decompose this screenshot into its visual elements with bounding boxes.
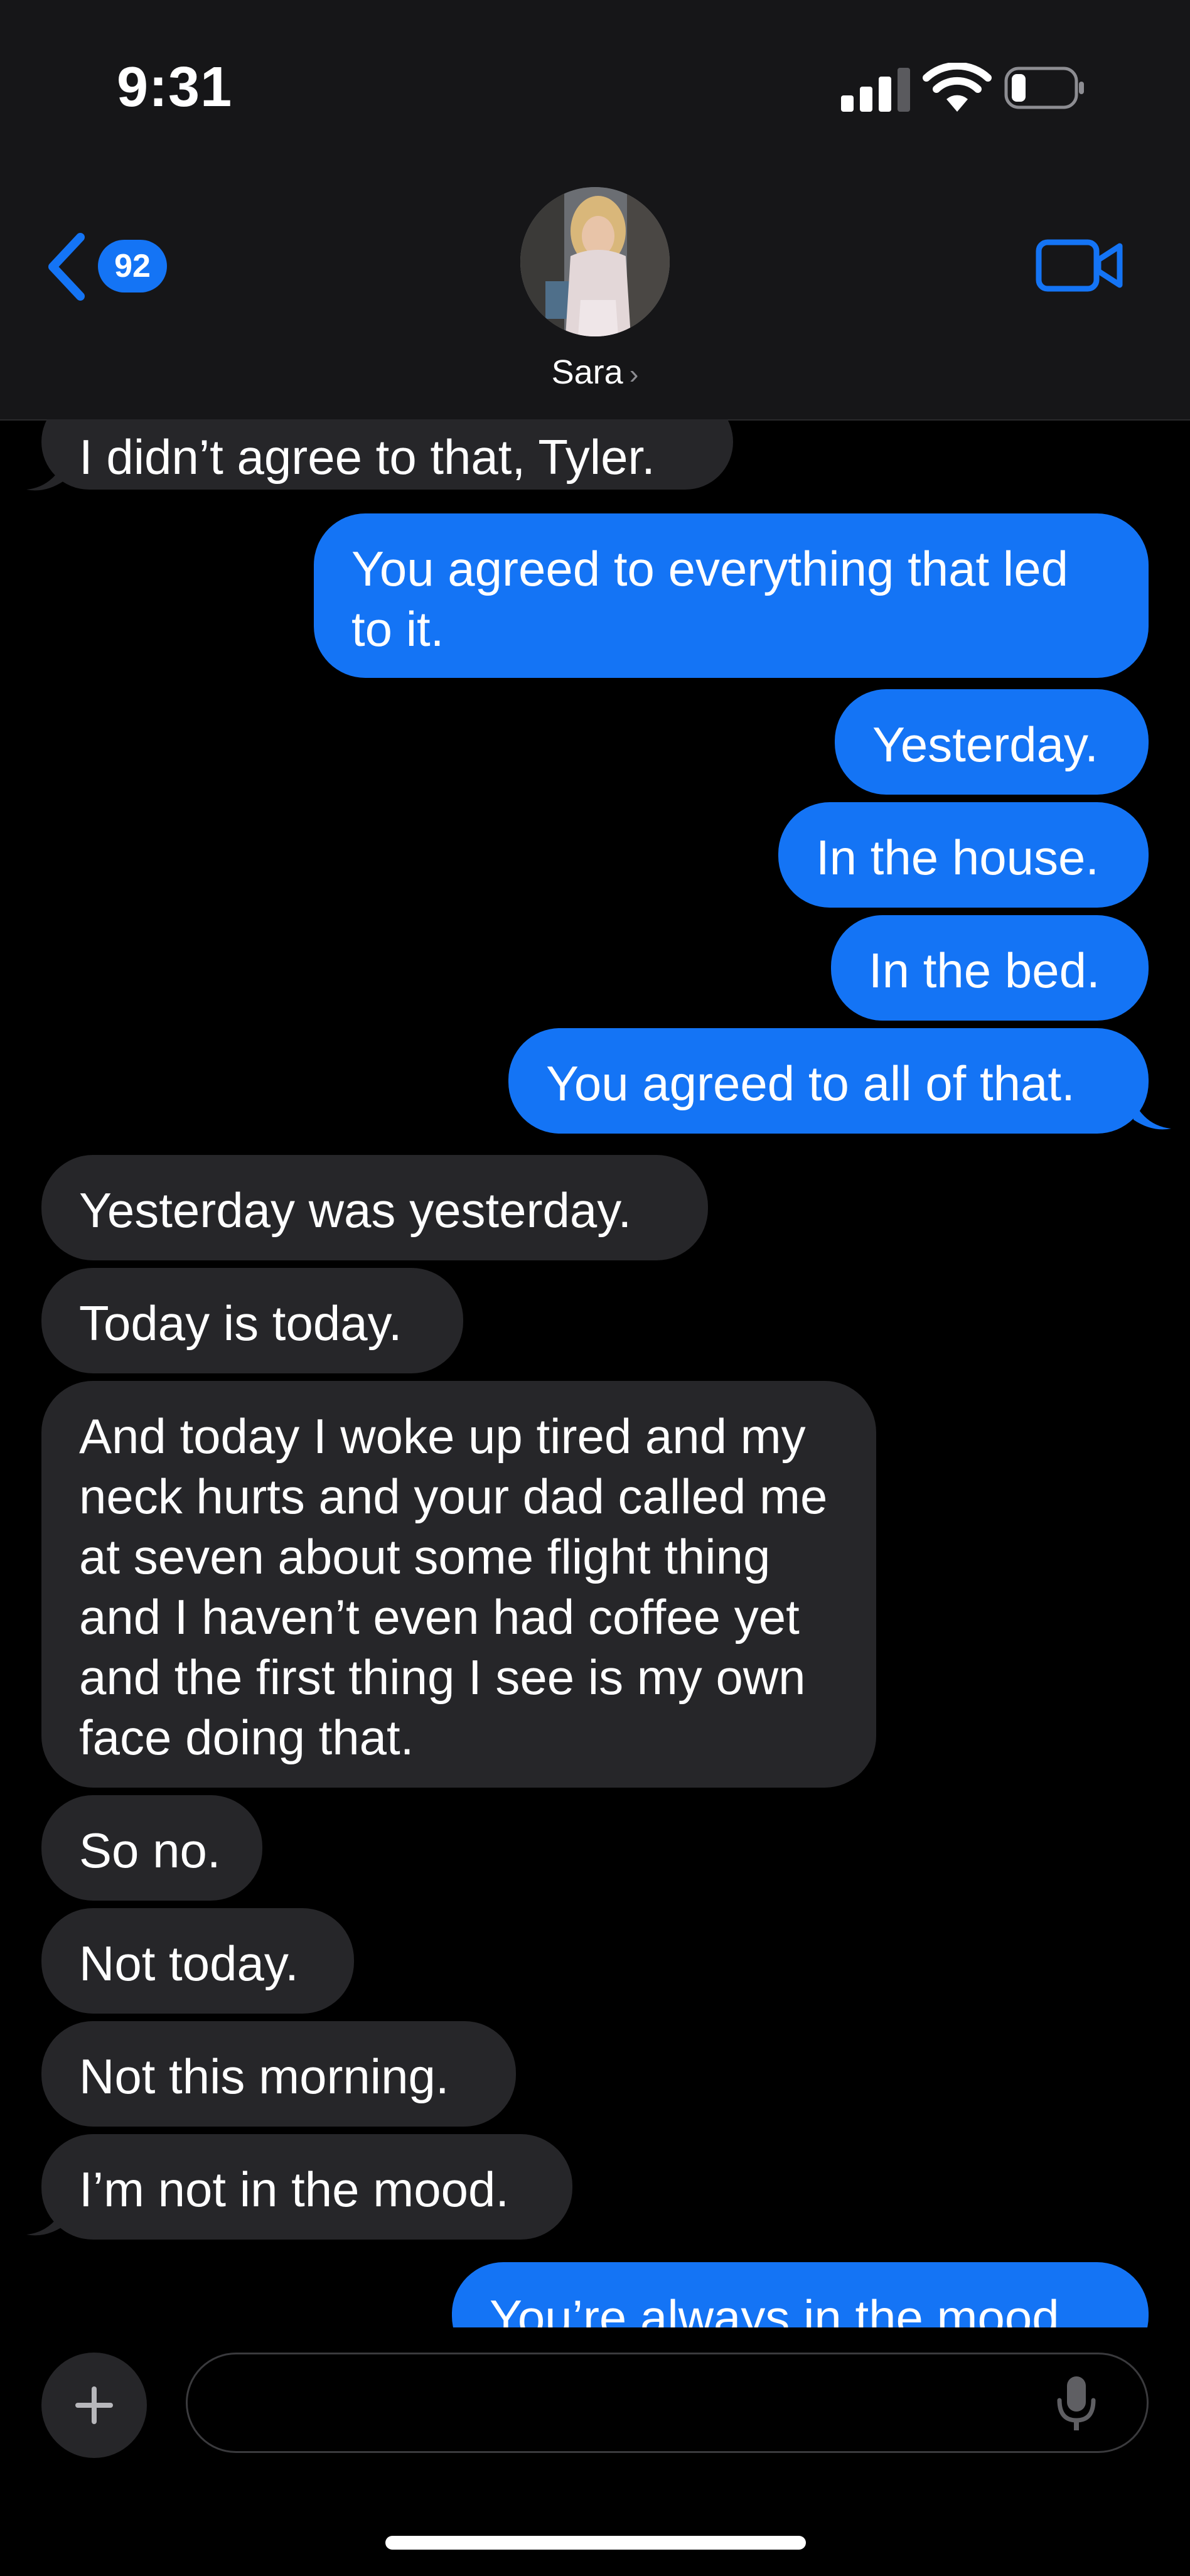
battery-icon: [1004, 67, 1084, 109]
back-button[interactable]: 92: [44, 226, 182, 301]
status-time: 9:31: [117, 56, 233, 119]
contact-name-button[interactable]: Sara ›: [0, 353, 1190, 392]
message-bubble[interactable]: Not this morning.: [41, 2021, 516, 2127]
message-bubble[interactable]: Today is today.: [41, 1268, 463, 1373]
message-bubble[interactable]: Yesterday was yesterday.: [41, 1155, 708, 1260]
home-indicator[interactable]: [385, 2536, 806, 2550]
wifi-icon: [923, 63, 992, 112]
message-bubble[interactable]: So no.: [41, 1795, 262, 1901]
message-bubble[interactable]: I’m not in the mood.: [41, 2134, 572, 2240]
cellular-signal-icon: [841, 68, 910, 112]
contact-avatar[interactable]: [520, 187, 670, 336]
message-bubble[interactable]: Not today.: [41, 1908, 354, 2014]
bubble-tail: [26, 2207, 64, 2236]
conversation-header: 92 Sara ›: [0, 163, 1190, 421]
microphone-icon[interactable]: [1054, 2374, 1098, 2434]
video-camera-icon: [1036, 239, 1123, 292]
message-input[interactable]: [186, 2353, 1149, 2453]
message-bubble[interactable]: You agreed to everything that led to it.: [314, 513, 1149, 678]
message-bubble[interactable]: In the house.: [778, 802, 1149, 908]
avatar-photo: [520, 187, 670, 336]
message-bubble[interactable]: You agreed to all of that.: [508, 1028, 1149, 1134]
contact-name: Sara: [551, 353, 623, 391]
message-bubble[interactable]: I didn’t agree to that, Tyler.: [41, 419, 733, 490]
unread-count-badge: 92: [98, 240, 167, 292]
bubble-tail: [1134, 1101, 1171, 1130]
bubble-tail: [26, 462, 64, 491]
status-bar: 9:31: [0, 0, 1190, 163]
plus-icon[interactable]: [41, 2353, 147, 2458]
message-bubble[interactable]: In the bed.: [831, 915, 1149, 1021]
message-bubble[interactable]: You’re always in the mood.: [452, 2262, 1149, 2327]
chevron-right-icon: ›: [629, 359, 639, 390]
chevron-left-icon: [48, 233, 85, 301]
message-composer: [0, 2327, 1190, 2576]
message-bubble[interactable]: Yesterday.: [835, 689, 1149, 795]
video-call-button[interactable]: [1036, 233, 1123, 296]
message-bubble[interactable]: And today I woke up tired and my neck hu…: [41, 1381, 876, 1788]
message-thread[interactable]: I didn’t agree to that, Tyler. You agree…: [0, 419, 1190, 2327]
